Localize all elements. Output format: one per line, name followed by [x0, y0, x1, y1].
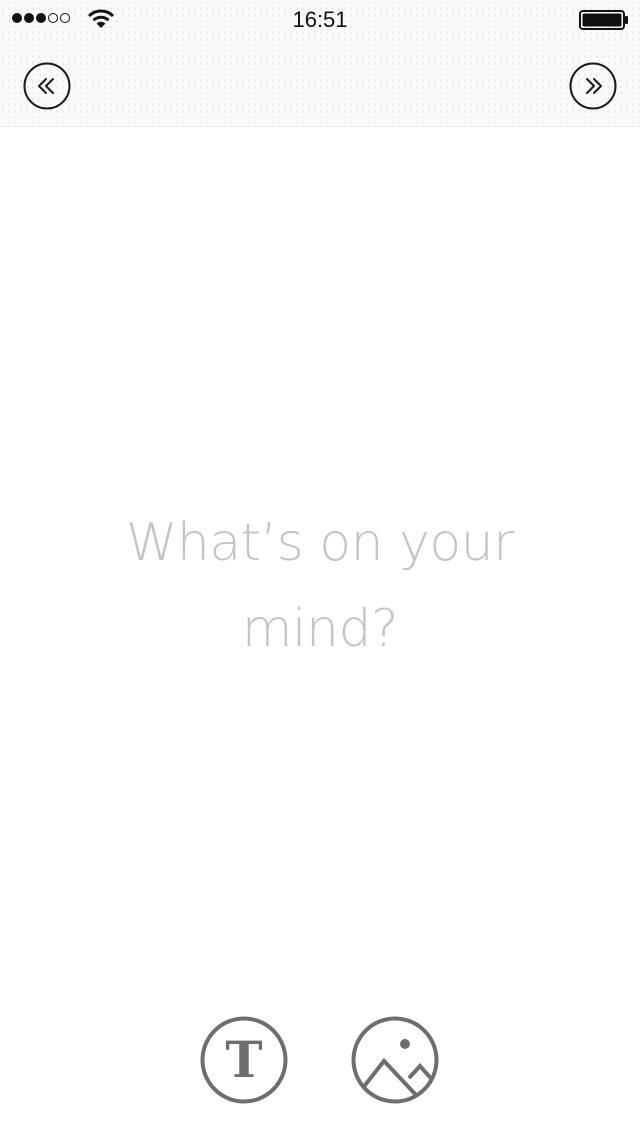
text-icon-letter: T — [225, 1030, 262, 1089]
battery-icon — [579, 10, 628, 30]
post-prompt[interactable]: What’s on your mind? — [80, 500, 560, 672]
text-icon: T — [200, 1016, 288, 1104]
status-time: 16:51 — [292, 7, 348, 32]
forward-button[interactable] — [569, 62, 617, 110]
back-button[interactable] — [23, 62, 71, 110]
add-image-button[interactable] — [351, 1016, 439, 1104]
status-bar: 16:51 — [0, 0, 640, 40]
top-bar: 16:51 — [0, 0, 640, 127]
image-icon — [351, 1016, 439, 1104]
double-chevron-left-icon — [23, 62, 71, 110]
add-text-button[interactable]: T — [200, 1016, 288, 1104]
double-chevron-right-icon — [569, 62, 617, 110]
